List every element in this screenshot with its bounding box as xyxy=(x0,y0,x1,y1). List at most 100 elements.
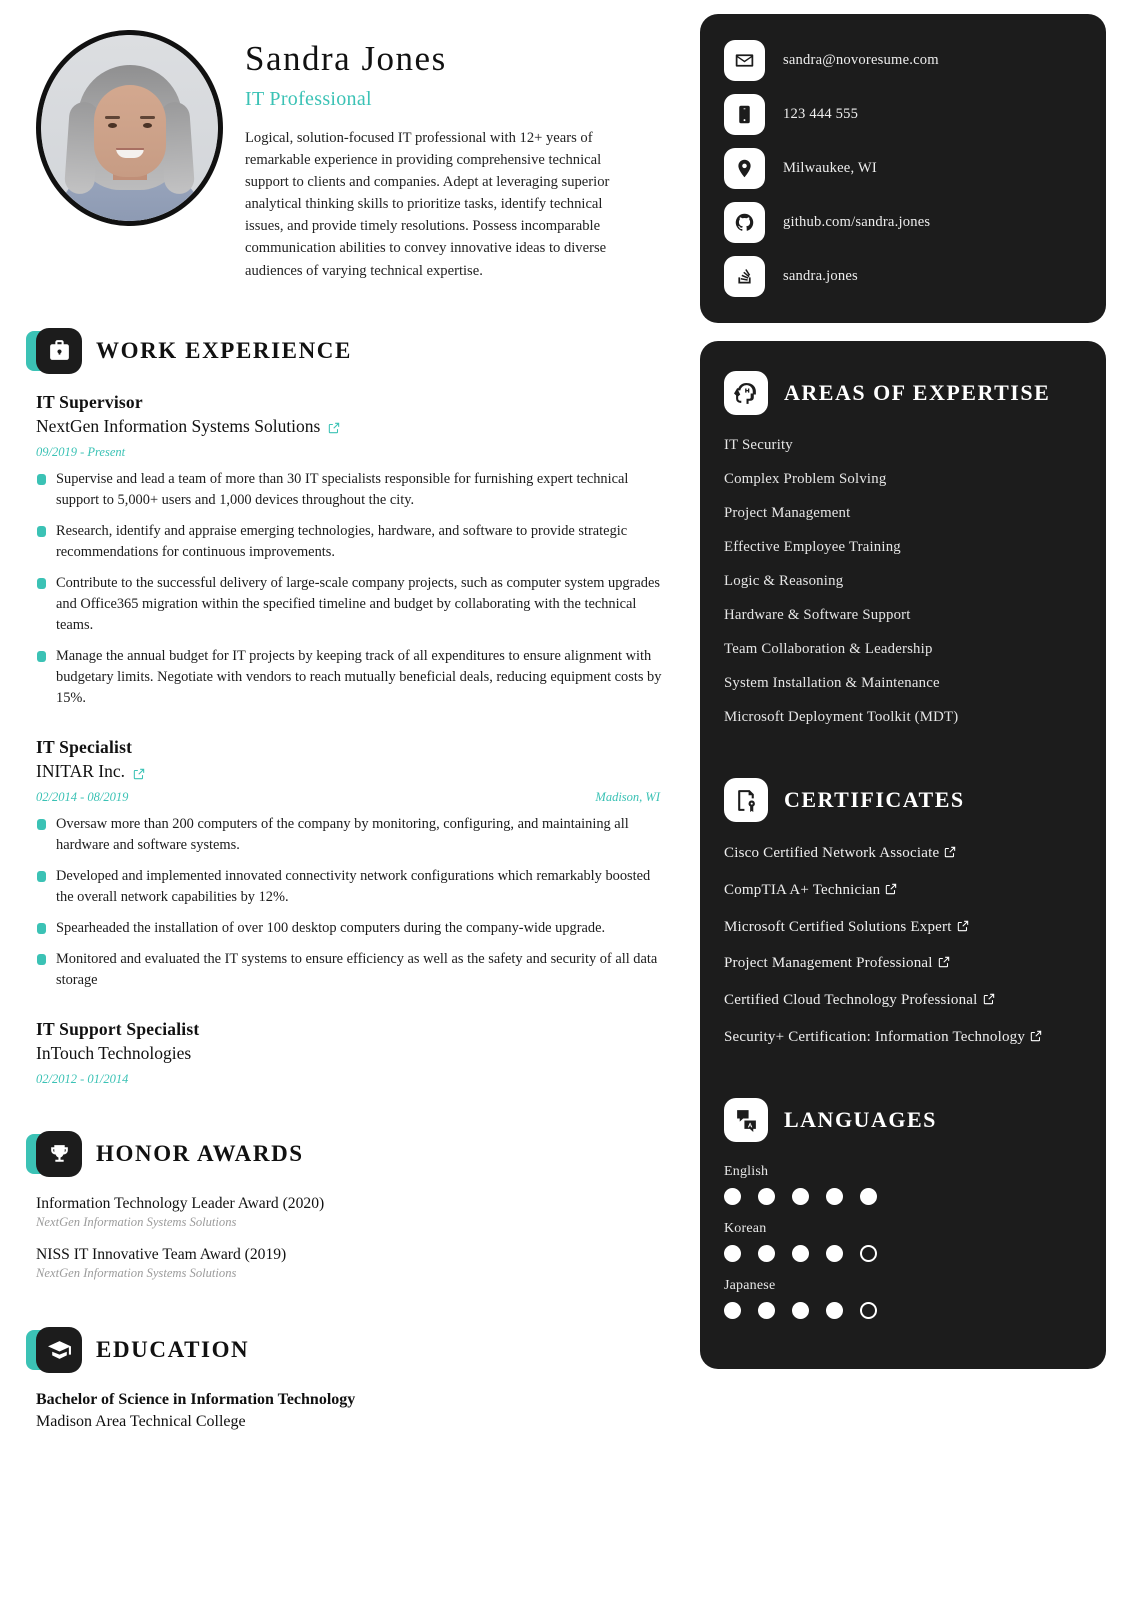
external-link-icon[interactable] xyxy=(943,845,957,859)
job-meta: 02/2012 - 01/2014 xyxy=(36,1072,670,1087)
certificate-item[interactable]: Certified Cloud Technology Professional xyxy=(724,991,1080,1011)
job-bullet: Contribute to the successful delivery of… xyxy=(36,573,670,636)
job-company-name: NextGen Information Systems Solutions xyxy=(36,415,321,436)
contact-row-github: github.com/sandra.jones xyxy=(724,202,1080,243)
level-dot xyxy=(860,1301,877,1319)
contact-phone[interactable]: 123 444 555 xyxy=(783,106,858,123)
contact-card: sandra@novoresume.com 123 444 555 Milwau… xyxy=(700,14,1106,323)
external-link-icon[interactable] xyxy=(884,882,898,896)
certificate-name: Cisco Certified Network Associate xyxy=(724,845,940,861)
section-title: EDUCATION xyxy=(96,1337,250,1363)
award-name: Information Technology Leader Award (202… xyxy=(36,1195,325,1213)
level-dot xyxy=(724,1187,741,1205)
job-bullet: Developed and implemented innovated conn… xyxy=(36,866,670,908)
contact-email[interactable]: sandra@novoresume.com xyxy=(783,52,939,69)
level-dot xyxy=(792,1301,809,1319)
stackoverflow-icon xyxy=(724,256,765,297)
contact-stackoverflow[interactable]: sandra.jones xyxy=(783,268,858,285)
language-item: English xyxy=(724,1164,1080,1205)
job-bullet: Supervise and lead a team of more than 3… xyxy=(36,469,670,511)
language-level-dots xyxy=(724,1301,1080,1319)
work-experience-heading: WORK EXPERIENCE xyxy=(26,327,670,374)
job-company-name: InTouch Technologies xyxy=(36,1043,192,1064)
level-dot xyxy=(792,1244,809,1262)
language-level-dots xyxy=(724,1244,1080,1262)
level-dot xyxy=(860,1244,877,1262)
right-column: sandra@novoresume.com 123 444 555 Milwau… xyxy=(700,0,1130,1600)
level-dot xyxy=(860,1187,877,1205)
job-company: INITAR Inc. xyxy=(36,761,670,782)
contact-row-location: Milwaukee, WI xyxy=(724,148,1080,189)
external-link-icon[interactable] xyxy=(956,919,970,933)
left-column: Sandra Jones IT Professional Logical, so… xyxy=(0,0,700,1600)
language-item: Korean xyxy=(724,1221,1080,1262)
award-organization: NextGen Information Systems Solutions xyxy=(36,1266,237,1281)
languages-heading: LANGUAGES xyxy=(724,1097,1080,1142)
language-name: Korean xyxy=(724,1220,767,1236)
certificate-name: Certified Cloud Technology Professional xyxy=(724,992,978,1009)
external-link-icon[interactable] xyxy=(132,765,146,779)
job-entry: IT Supervisor NextGen Information System… xyxy=(36,392,670,709)
external-link-icon[interactable] xyxy=(982,992,996,1006)
job-role: IT Specialist xyxy=(36,737,133,758)
job-bullet: Spearheaded the installation of over 100… xyxy=(36,918,670,939)
name-block: Sandra Jones IT Professional Logical, so… xyxy=(245,22,670,282)
certificate-icon xyxy=(724,778,768,822)
contact-github[interactable]: github.com/sandra.jones xyxy=(783,214,930,231)
section-title: CERTIFICATES xyxy=(784,787,965,813)
avatar-image xyxy=(41,35,218,221)
honor-awards-heading: HONOR AWARDS xyxy=(26,1131,670,1178)
expertise-item: Microsoft Deployment Toolkit (MDT) xyxy=(724,709,959,725)
award-item: NISS IT Innovative Team Award (2019) Nex… xyxy=(36,1246,670,1281)
job-role: IT Support Specialist xyxy=(36,1019,200,1040)
job-bullet: Manage the annual budget for IT projects… xyxy=(36,646,670,709)
job-meta: 09/2019 - Present xyxy=(36,445,670,460)
translate-icon xyxy=(724,1097,768,1142)
contact-row-email: sandra@novoresume.com xyxy=(724,40,1080,81)
areas-of-expertise-heading: AREAS OF EXPERTISE xyxy=(724,371,1080,415)
certificate-item[interactable]: Cisco Certified Network Associate xyxy=(724,844,1080,864)
education-degree: Bachelor of Science in Information Techn… xyxy=(36,1391,356,1409)
profile-summary: Logical, solution-focused IT professiona… xyxy=(245,129,610,279)
job-bullet: Research, identify and appraise emerging… xyxy=(36,521,670,563)
certificate-item[interactable]: Microsoft Certified Solutions Expert xyxy=(724,918,1080,938)
brain-gear-icon xyxy=(724,371,768,415)
certificate-item[interactable]: Project Management Professional xyxy=(724,954,1080,974)
external-link-icon[interactable] xyxy=(1029,1029,1043,1043)
job-dates: 02/2012 - 01/2014 xyxy=(36,1072,129,1087)
level-dot xyxy=(826,1301,843,1319)
external-link-icon[interactable] xyxy=(327,419,341,434)
level-dot xyxy=(758,1301,775,1319)
level-dot xyxy=(826,1244,843,1262)
language-name: Japanese xyxy=(724,1277,776,1293)
certificate-name: CompTIA A+ Technician xyxy=(724,881,881,898)
job-bullet-list: Supervise and lead a team of more than 3… xyxy=(36,469,670,709)
job-dates: 02/2014 - 08/2019 xyxy=(36,790,129,805)
job-bullet: Monitored and evaluated the IT systems t… xyxy=(36,949,670,991)
level-dot xyxy=(758,1244,775,1262)
trophy-icon xyxy=(36,1131,82,1178)
skills-card: AREAS OF EXPERTISE IT Security Complex P… xyxy=(700,341,1106,1369)
award-item: Information Technology Leader Award (202… xyxy=(36,1195,670,1230)
job-company: InTouch Technologies xyxy=(36,1043,670,1064)
expertise-item: IT Security xyxy=(724,437,793,453)
expertise-item: Project Management xyxy=(724,505,851,521)
phone-icon xyxy=(724,94,765,135)
certificate-item[interactable]: Security+ Certification: Information Tec… xyxy=(724,1028,1080,1048)
location-pin-icon xyxy=(724,148,765,189)
level-dot xyxy=(792,1187,809,1205)
job-meta: 02/2014 - 08/2019 Madison, WI xyxy=(36,790,670,805)
expertise-item: Hardware & Software Support xyxy=(724,607,911,623)
award-organization: NextGen Information Systems Solutions xyxy=(36,1215,237,1230)
award-name: NISS IT Innovative Team Award (2019) xyxy=(36,1246,287,1264)
contact-location: Milwaukee, WI xyxy=(783,160,877,176)
page-title: Sandra Jones xyxy=(245,39,447,78)
job-entry: IT Support Specialist InTouch Technologi… xyxy=(36,1019,670,1087)
certificate-item[interactable]: CompTIA A+ Technician xyxy=(724,881,1080,901)
job-location: Madison, WI xyxy=(595,790,660,805)
envelope-icon xyxy=(724,40,765,81)
external-link-icon[interactable] xyxy=(937,955,951,969)
section-title: AREAS OF EXPERTISE xyxy=(784,380,1051,406)
expertise-item: System Installation & Maintenance xyxy=(724,675,940,691)
section-title: WORK EXPERIENCE xyxy=(96,337,352,363)
